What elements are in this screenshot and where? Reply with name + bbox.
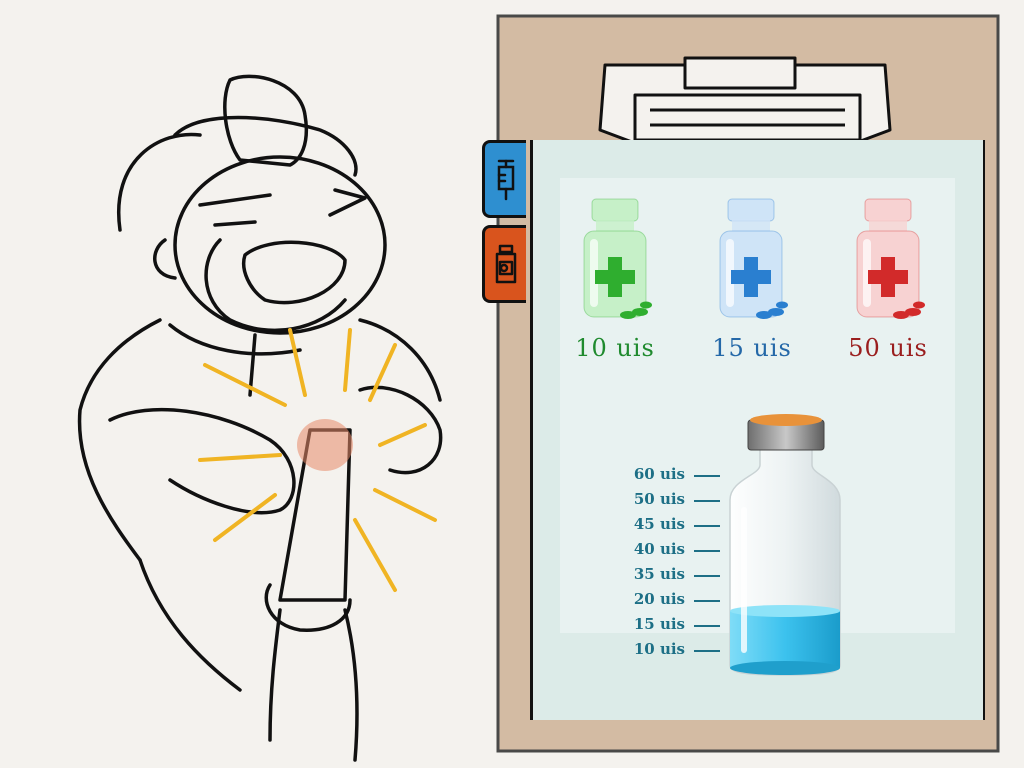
scale-label: 45 uis	[633, 515, 685, 533]
bottle-lid	[591, 198, 639, 222]
scale-tick	[694, 475, 720, 477]
bottle-cap-top	[750, 414, 822, 426]
bottle-tab[interactable]	[482, 225, 526, 303]
scale-tick	[694, 650, 720, 652]
scale-label: 20 uis	[633, 590, 685, 608]
pill	[632, 308, 648, 316]
syringe-icon	[497, 159, 514, 201]
bottle-lid	[864, 198, 912, 222]
scale-label: 10 uis	[633, 640, 685, 658]
dose-scale: 60 uis 50 uis 45 uis 40 uis 35 uis 20 ui…	[600, 465, 725, 665]
scale-label: 60 uis	[633, 465, 685, 483]
scale-tick	[694, 500, 720, 502]
bottle-liquid-base	[730, 661, 840, 675]
pill	[776, 301, 788, 309]
scale-label: 35 uis	[633, 565, 685, 583]
medicine-label-blue[interactable]: 15 uis	[682, 334, 822, 362]
scale-label: 15 uis	[633, 615, 685, 633]
scale-tick	[694, 600, 720, 602]
medicine-bottle-green[interactable]	[570, 195, 660, 325]
medicine-bottle-red[interactable]	[843, 195, 933, 325]
pill	[768, 308, 784, 316]
scale-tick	[694, 550, 720, 552]
bottle-icon	[495, 244, 516, 284]
scale-tick	[694, 525, 720, 527]
pill	[905, 308, 921, 316]
measuring-bottle[interactable]	[720, 410, 850, 680]
medicine-bottle-blue[interactable]	[706, 195, 796, 325]
scale-label: 50 uis	[633, 490, 685, 508]
bottle-lid	[727, 198, 775, 222]
medicine-label-green[interactable]: 10 uis	[545, 334, 685, 362]
scale-label: 40 uis	[633, 540, 685, 558]
scale-tick	[694, 575, 720, 577]
scale-tick	[694, 625, 720, 627]
syringe-tab[interactable]	[482, 140, 526, 218]
pill	[640, 301, 652, 309]
medicine-label-red[interactable]: 50 uis	[818, 334, 958, 362]
pill	[913, 301, 925, 309]
